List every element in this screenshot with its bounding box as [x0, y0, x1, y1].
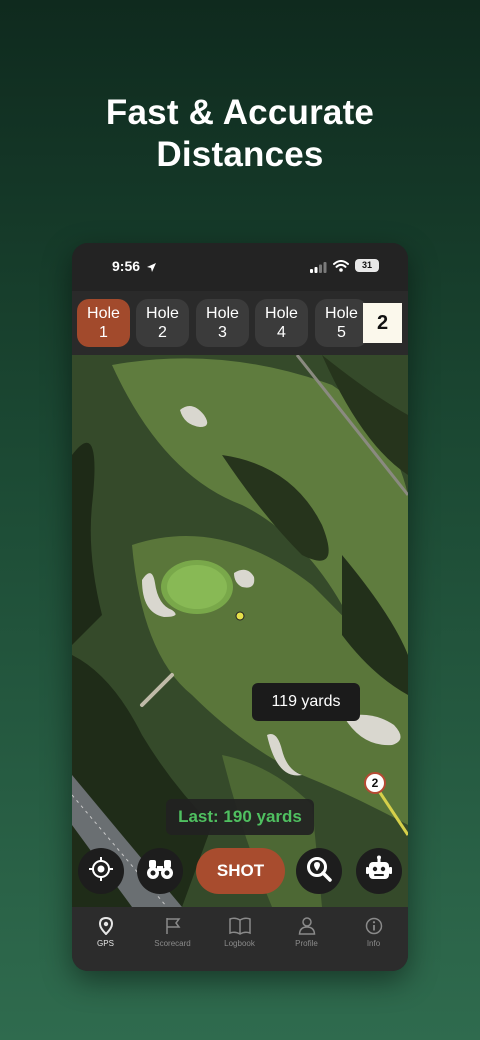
hole-marker[interactable]: 2 [364, 772, 386, 794]
hole-tab-label: Hole [325, 305, 358, 322]
tab-label: Info [366, 939, 381, 948]
robot-icon [365, 855, 393, 888]
status-time: 9:56 [112, 258, 141, 274]
info-icon [340, 913, 407, 935]
hole-tab-label: Hole [87, 305, 120, 322]
signal-icon [310, 260, 327, 278]
tab-label: Profile [295, 939, 318, 948]
hole-tab-5[interactable]: Hole 5 [315, 299, 368, 347]
book-icon [206, 913, 273, 935]
battery-icon: 31 [355, 259, 379, 272]
last-shot-label: Last: 190 yards [166, 799, 314, 835]
tab-label: GPS [97, 939, 114, 948]
hole-tab-2[interactable]: Hole 2 [136, 299, 189, 347]
hole-tab-1[interactable]: Hole 1 [77, 299, 130, 347]
hole-tab-number: 2 [158, 324, 167, 341]
wifi-icon [333, 259, 349, 277]
crosshair-icon [88, 856, 114, 887]
hole-count-badge[interactable]: 2 [363, 303, 402, 343]
headline-line-2: Distances [156, 135, 324, 174]
phone-screen: 9:56 31 Hole 1 Hole 2 Hole 3 Hole 4 Hole… [72, 243, 408, 971]
hole-tab-label: Hole [265, 305, 298, 322]
map-search-button[interactable] [296, 848, 342, 894]
map-search-icon [305, 855, 333, 888]
binoculars-button[interactable] [137, 848, 183, 894]
hole-tab-label: Hole [206, 305, 239, 322]
tab-profile[interactable]: Profile [273, 913, 340, 948]
tab-label: Scorecard [154, 939, 191, 948]
tab-bar: GPS Scorecard Logbook Profile Info [72, 907, 408, 971]
tab-info[interactable]: Info [340, 913, 407, 948]
headline-line-1: Fast & Accurate [105, 93, 375, 132]
hole-tab-label: Hole [146, 305, 179, 322]
hole-tab-4[interactable]: Hole 4 [255, 299, 308, 347]
locate-button[interactable] [78, 848, 124, 894]
distance-label: 119 yards [252, 683, 360, 721]
hole-tab-3[interactable]: Hole 3 [196, 299, 249, 347]
flag-icon [139, 913, 206, 935]
hole-tab-number: 3 [218, 324, 227, 341]
map-pin-icon [72, 913, 139, 935]
binoculars-icon [146, 858, 174, 885]
assistant-button[interactable] [356, 848, 402, 894]
location-arrow-icon [146, 260, 157, 278]
shot-button[interactable]: SHOT [196, 848, 285, 894]
hole-selector: Hole 1 Hole 2 Hole 3 Hole 4 Hole 5 2 [72, 291, 408, 355]
person-icon [273, 913, 340, 935]
tab-gps[interactable]: GPS [72, 913, 139, 948]
hole-tab-number: 5 [337, 324, 346, 341]
hole-tab-number: 1 [99, 324, 108, 341]
headline: Fast & Accurate Distances [0, 92, 480, 176]
status-bar: 9:56 31 [72, 243, 408, 291]
tab-scorecard[interactable]: Scorecard [139, 913, 206, 948]
hole-tab-number: 4 [277, 324, 286, 341]
tab-label: Logbook [224, 939, 255, 948]
tab-logbook[interactable]: Logbook [206, 913, 273, 948]
